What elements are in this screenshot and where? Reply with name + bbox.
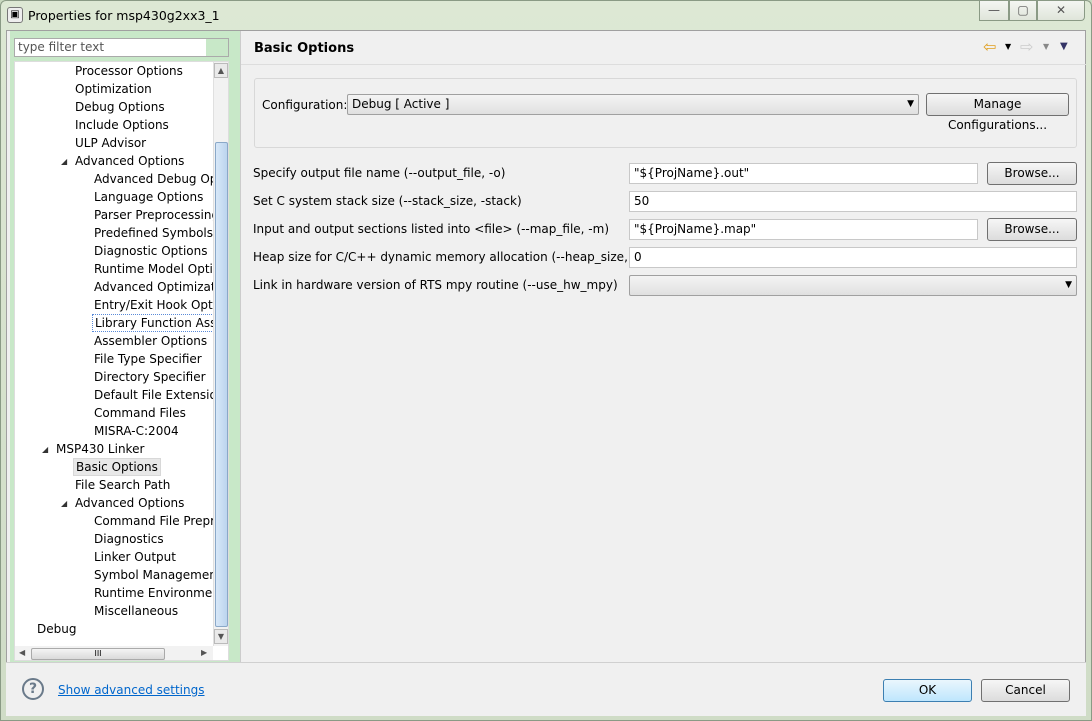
tree-item[interactable]: Library Function Assur [92, 314, 228, 332]
tree-item[interactable]: Symbol Management [92, 566, 224, 584]
window-title: Properties for msp430g2xx3_1 [28, 8, 220, 23]
tree-item[interactable]: Advanced Options [73, 152, 186, 170]
option-label: Input and output sections listed into <f… [253, 222, 610, 236]
vertical-scroll-thumb[interactable] [215, 142, 228, 627]
tree-item[interactable]: Include Options [73, 116, 171, 134]
dialog-footer: ? Show advanced settings OK Cancel [6, 662, 1086, 716]
option-label: Set C system stack size (--stack_size, -… [253, 194, 522, 208]
option-select[interactable]: ▼ [629, 275, 1077, 296]
tree-item[interactable]: Runtime Model Option [92, 260, 228, 278]
option-label: Heap size for C/C++ dynamic memory alloc… [253, 250, 671, 264]
forward-dropdown-icon[interactable]: ▼ [1043, 42, 1049, 51]
tree-item[interactable]: File Search Path [73, 476, 172, 494]
browse-button[interactable]: Browse... [987, 162, 1077, 185]
option-input[interactable]: 0 [629, 247, 1077, 268]
cancel-button[interactable]: Cancel [981, 679, 1070, 702]
property-tree: Processor Options Optimization Debug Optio… [14, 61, 229, 661]
tree-item[interactable]: Linker Output [92, 548, 178, 566]
show-advanced-settings-link[interactable]: Show advanced settings [58, 683, 205, 697]
tree-item[interactable]: Command Files [92, 404, 188, 422]
expand-arrow-icon[interactable]: ◢ [61, 499, 67, 508]
filter-placeholder: type filter text [18, 40, 105, 54]
options-pane: Basic Options ⇦ ▼ ⇨ ▼ ▼ Configuration: D… [240, 31, 1086, 662]
tree-item[interactable]: Command File Preproc [92, 512, 228, 530]
ok-button[interactable]: OK [883, 679, 972, 702]
scroll-left-button[interactable]: ◀ [19, 648, 25, 657]
configuration-label: Configuration: [262, 98, 348, 112]
page-title: Basic Options [254, 41, 355, 56]
view-menu-icon[interactable]: ▼ [1060, 41, 1068, 52]
expand-arrow-icon[interactable]: ◢ [42, 445, 48, 454]
tree-item[interactable]: Diagnostics [92, 530, 166, 548]
tree-item[interactable]: Entry/Exit Hook Option [92, 296, 228, 314]
maximize-button[interactable]: ▢ [1009, 1, 1037, 21]
expand-arrow-icon[interactable]: ◢ [61, 157, 67, 166]
tree-item[interactable]: Directory Specifier [92, 368, 208, 386]
scroll-up-button[interactable]: ▲ [214, 63, 228, 78]
chevron-down-icon: ▼ [907, 99, 914, 109]
option-input[interactable]: "${ProjName}.map" [629, 219, 978, 240]
option-label: Specify output file name (--output_file,… [253, 166, 506, 180]
tree-item[interactable]: Optimization [73, 80, 154, 98]
tree-item[interactable]: Default File Extensions [92, 386, 228, 404]
chevron-down-icon: ▼ [1065, 280, 1072, 290]
tree-item[interactable]: Processor Options [73, 62, 185, 80]
browse-button[interactable]: Browse... [987, 218, 1077, 241]
tree-item[interactable]: Advanced Optimizatio [92, 278, 228, 296]
tree-item[interactable]: Basic Options [73, 458, 161, 476]
tree-item[interactable]: Advanced Options [73, 494, 186, 512]
tree-item[interactable]: ULP Advisor [73, 134, 148, 152]
tree-item[interactable]: Runtime Environment [92, 584, 227, 602]
option-label: Link in hardware version of RTS mpy rout… [253, 278, 618, 292]
back-dropdown-icon[interactable]: ▼ [1005, 42, 1011, 51]
app-cube-icon: ▣ [7, 7, 23, 23]
tree-item[interactable]: Language Options [92, 188, 205, 206]
filter-input[interactable]: type filter text [14, 38, 229, 57]
tree-item[interactable]: Miscellaneous [92, 602, 180, 620]
tree-item[interactable]: Diagnostic Options [92, 242, 210, 260]
tree-item[interactable]: MISRA-C:2004 [92, 422, 181, 440]
tree-item[interactable]: Debug [35, 620, 78, 638]
tree-item[interactable]: MSP430 Linker [54, 440, 146, 458]
scroll-down-button[interactable]: ▼ [214, 629, 228, 644]
help-icon[interactable]: ? [22, 678, 44, 700]
configuration-group: Configuration: Debug [ Active ] ▼ Manage … [254, 78, 1077, 148]
forward-arrow-icon[interactable]: ⇨ [1020, 37, 1033, 56]
tree-item[interactable]: Predefined Symbols [92, 224, 215, 242]
scroll-right-button[interactable]: ▶ [201, 648, 207, 657]
close-button[interactable]: ✕ [1037, 1, 1085, 21]
configuration-select[interactable]: Debug [ Active ] ▼ [347, 94, 919, 115]
tree-item[interactable]: File Type Specifier [92, 350, 204, 368]
option-input[interactable]: 50 [629, 191, 1077, 212]
manage-configurations-button[interactable]: Manage Configurations... [926, 93, 1069, 132]
page-header: Basic Options ⇦ ▼ ⇨ ▼ ▼ [241, 31, 1086, 65]
configuration-value: Debug [ Active ] [352, 97, 450, 111]
tree-item[interactable]: Assembler Options [92, 332, 209, 350]
horizontal-scroll-thumb[interactable]: III [31, 648, 165, 660]
option-input[interactable]: "${ProjName}.out" [629, 163, 978, 184]
tree-item[interactable]: Parser Preprocessing C [92, 206, 228, 224]
tree-item[interactable]: Advanced Debug Opti [92, 170, 227, 188]
minimize-button[interactable]: — [979, 1, 1009, 21]
tree-item[interactable]: Debug Options [73, 98, 167, 116]
back-arrow-icon[interactable]: ⇦ [983, 37, 996, 56]
